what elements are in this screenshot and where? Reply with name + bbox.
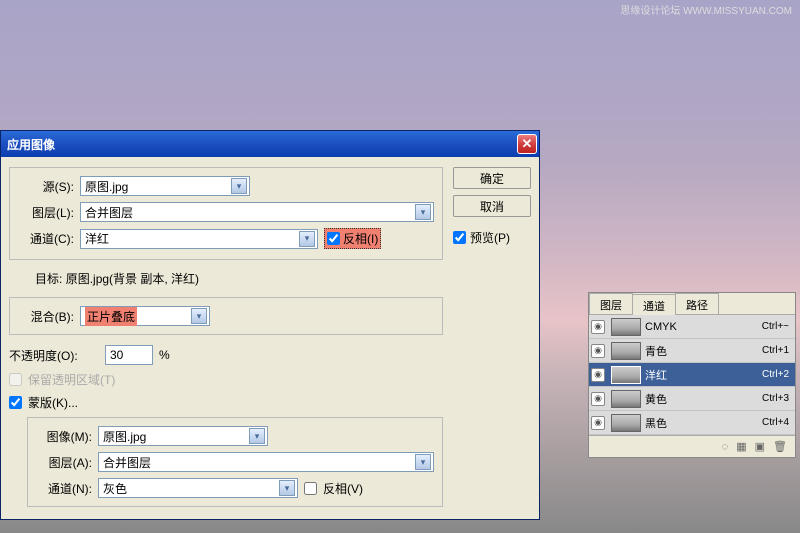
channel-thumbnail <box>611 318 641 336</box>
channel-row[interactable]: 黄色 Ctrl+3 <box>589 387 795 411</box>
source-fieldset: 源(S): 原图.jpg ▾ 图层(L): 合并图层 ▾ 通道(C): <box>9 167 443 260</box>
cancel-button[interactable]: 取消 <box>453 195 531 217</box>
tab-layers[interactable]: 图层 <box>589 293 633 314</box>
channel-label: 通道(C): <box>18 230 74 247</box>
opacity-unit: % <box>159 348 170 362</box>
mask-layer-label: 图层(A): <box>36 454 92 471</box>
chevron-down-icon: ▾ <box>191 308 207 324</box>
channel-name: 洋红 <box>645 367 758 383</box>
opacity-label: 不透明度(O): <box>9 347 99 364</box>
mask-subsection: 图像(M): 原图.jpg ▾ 图层(A): 合并图层 ▾ 通道(N): <box>27 417 443 507</box>
channel-shortcut: Ctrl+3 <box>762 393 789 404</box>
invert-label: 反相(I) <box>343 230 378 247</box>
tab-channels[interactable]: 通道 <box>632 294 676 315</box>
channel-thumbnail <box>611 342 641 360</box>
preview-checkbox[interactable] <box>453 231 466 244</box>
channels-panel: 图层 通道 路径 CMYK Ctrl+~ 青色 Ctrl+1 洋红 Ctrl+2… <box>588 292 796 458</box>
new-channel-icon[interactable]: ▣ <box>755 440 765 453</box>
load-selection-icon[interactable]: ◌ <box>722 441 729 453</box>
invert-highlight: 反相(I) <box>324 228 381 249</box>
delete-icon[interactable]: 🗑 <box>773 440 787 453</box>
invert-checkbox[interactable] <box>327 232 340 245</box>
panel-footer: ◌ ▦ ▣ 🗑 <box>589 435 795 457</box>
channel-row[interactable]: 青色 Ctrl+1 <box>589 339 795 363</box>
chevron-down-icon: ▾ <box>249 428 265 444</box>
chevron-down-icon: ▾ <box>415 454 431 470</box>
mask-layer-value: 合并图层 <box>103 454 151 471</box>
mask-image-select[interactable]: 原图.jpg ▾ <box>98 426 268 446</box>
mask-channel-select[interactable]: 灰色 ▾ <box>98 478 298 498</box>
mask-layer-select[interactable]: 合并图层 ▾ <box>98 452 434 472</box>
target-row: 目标: 原图.jpg(背景 副本, 洋红) <box>35 270 443 287</box>
blend-fieldset: 混合(B): 正片叠底 ▾ <box>9 297 443 335</box>
mask-image-value: 原图.jpg <box>103 428 146 445</box>
channel-select[interactable]: 洋红 ▾ <box>80 229 318 249</box>
panel-tabs: 图层 通道 路径 <box>589 293 795 315</box>
tab-paths[interactable]: 路径 <box>675 293 719 314</box>
chevron-down-icon: ▾ <box>279 480 295 496</box>
target-value: 原图.jpg(背景 副本, 洋红) <box>66 272 199 286</box>
channel-name: 黑色 <box>645 415 758 431</box>
visibility-icon[interactable] <box>591 320 605 334</box>
preserve-transparency-label: 保留透明区域(T) <box>28 371 115 388</box>
chevron-down-icon: ▾ <box>415 204 431 220</box>
mask-label: 蒙版(K)... <box>28 394 78 411</box>
close-icon[interactable]: ✕ <box>517 134 537 154</box>
channel-value: 洋红 <box>85 230 109 247</box>
channel-row[interactable]: 黑色 Ctrl+4 <box>589 411 795 435</box>
ok-button[interactable]: 确定 <box>453 167 531 189</box>
channel-name: 黄色 <box>645 391 758 407</box>
save-selection-icon[interactable]: ▦ <box>736 440 746 453</box>
channel-shortcut: Ctrl+~ <box>762 321 789 332</box>
channel-name: CMYK <box>645 321 758 333</box>
blend-select[interactable]: 正片叠底 ▾ <box>80 306 210 326</box>
opacity-input[interactable] <box>105 345 153 365</box>
apply-image-dialog: 应用图像 ✕ 源(S): 原图.jpg ▾ 图层(L): 合并图层 ▾ <box>0 130 540 520</box>
mask-invert-checkbox[interactable] <box>304 482 317 495</box>
mask-checkbox[interactable] <box>9 396 22 409</box>
channel-thumbnail <box>611 366 641 384</box>
watermark-text: 思缘设计论坛 WWW.MISSYUAN.COM <box>620 2 792 17</box>
chevron-down-icon: ▾ <box>299 231 315 247</box>
mask-image-label: 图像(M): <box>36 428 92 445</box>
layer-label: 图层(L): <box>18 204 74 221</box>
visibility-icon[interactable] <box>591 344 605 358</box>
mask-channel-value: 灰色 <box>103 480 127 497</box>
blend-label: 混合(B): <box>18 308 74 325</box>
channel-name: 青色 <box>645 343 758 359</box>
visibility-icon[interactable] <box>591 368 605 382</box>
channel-thumbnail <box>611 414 641 432</box>
channel-shortcut: Ctrl+2 <box>762 369 789 380</box>
layer-value: 合并图层 <box>85 204 133 221</box>
dialog-titlebar[interactable]: 应用图像 ✕ <box>1 131 539 157</box>
target-label: 目标: <box>35 272 62 286</box>
blend-value: 正片叠底 <box>85 307 137 326</box>
layer-select[interactable]: 合并图层 ▾ <box>80 202 434 222</box>
visibility-icon[interactable] <box>591 416 605 430</box>
channel-row[interactable]: CMYK Ctrl+~ <box>589 315 795 339</box>
preserve-transparency-checkbox <box>9 373 22 386</box>
visibility-icon[interactable] <box>591 392 605 406</box>
channel-thumbnail <box>611 390 641 408</box>
channel-shortcut: Ctrl+4 <box>762 417 789 428</box>
channel-row[interactable]: 洋红 Ctrl+2 <box>589 363 795 387</box>
dialog-title: 应用图像 <box>7 136 517 153</box>
source-label: 源(S): <box>18 178 74 195</box>
source-select[interactable]: 原图.jpg ▾ <box>80 176 250 196</box>
source-value: 原图.jpg <box>85 178 128 195</box>
channel-shortcut: Ctrl+1 <box>762 345 789 356</box>
channel-list: CMYK Ctrl+~ 青色 Ctrl+1 洋红 Ctrl+2 黄色 Ctrl+… <box>589 315 795 435</box>
mask-invert-label: 反相(V) <box>323 480 363 497</box>
preview-label: 预览(P) <box>470 229 510 246</box>
chevron-down-icon: ▾ <box>231 178 247 194</box>
mask-channel-label: 通道(N): <box>36 480 92 497</box>
